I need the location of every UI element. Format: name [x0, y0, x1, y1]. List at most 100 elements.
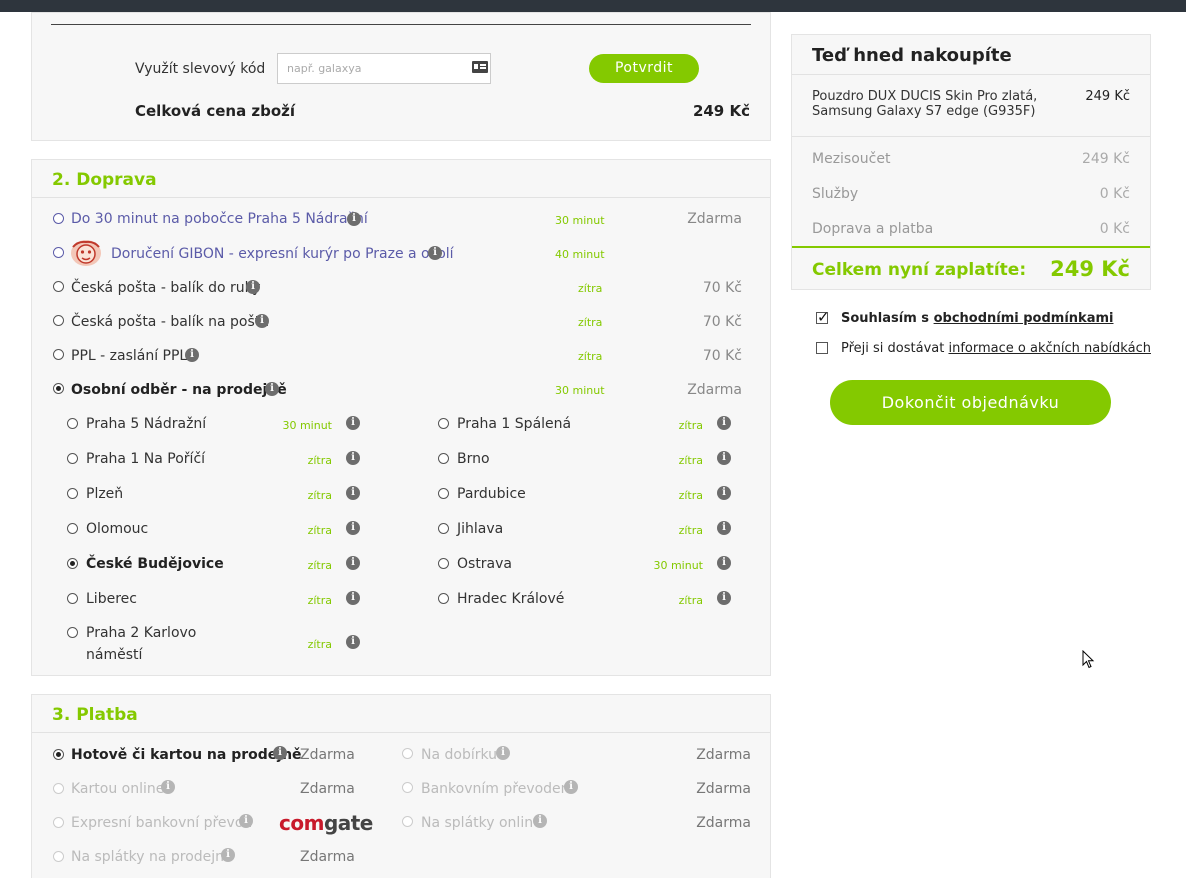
store-label[interactable]: Brno: [457, 451, 490, 467]
store-radio[interactable]: [438, 453, 449, 464]
info-icon[interactable]: i: [273, 746, 287, 760]
store-radio[interactable]: [438, 523, 449, 534]
store-radio[interactable]: [438, 418, 449, 429]
info-icon[interactable]: i: [346, 486, 360, 500]
shipping-option-label[interactable]: Osobní odběr - na prodejně: [71, 382, 287, 398]
store-label[interactable]: Praha 1 Na Poříčí: [86, 451, 205, 467]
info-icon[interactable]: i: [496, 746, 510, 760]
store-label[interactable]: Olomouc: [86, 521, 148, 537]
info-icon[interactable]: i: [265, 382, 279, 396]
info-icon[interactable]: i: [185, 348, 199, 362]
info-icon[interactable]: i: [717, 416, 731, 430]
shipping-option-label[interactable]: Česká pošta - balík do ruky: [71, 280, 261, 296]
store-label[interactable]: Pardubice: [457, 486, 526, 502]
store-label[interactable]: Praha 1 Spálená: [457, 416, 571, 432]
shipping-payment-value: 0 Kč: [1099, 221, 1130, 237]
payment-radio-card-online[interactable]: [53, 783, 64, 794]
info-icon[interactable]: i: [533, 814, 547, 828]
finish-order-button[interactable]: Dokončit objednávku: [830, 380, 1111, 425]
store-label[interactable]: Jihlava: [457, 521, 503, 537]
info-icon[interactable]: i: [346, 635, 360, 649]
info-icon[interactable]: i: [564, 780, 578, 794]
newsletter-consent: Přeji si dostávat informace o akčních na…: [841, 341, 1151, 356]
shipping-radio-branch[interactable]: [53, 213, 64, 224]
payment-option-label[interactable]: Kartou online: [71, 781, 164, 797]
store-radio-selected[interactable]: [67, 558, 78, 569]
store-label-line2[interactable]: náměstí: [86, 647, 142, 663]
store-label[interactable]: Plzeň: [86, 486, 123, 502]
store-radio[interactable]: [67, 418, 78, 429]
store-eta: 30 minut: [282, 419, 332, 432]
shipping-radio-posta-ruky[interactable]: [53, 281, 64, 292]
store-eta: zítra: [307, 594, 332, 607]
info-icon[interactable]: i: [717, 591, 731, 605]
store-radio[interactable]: [67, 523, 78, 534]
payment-option-label[interactable]: Na dobírku: [421, 747, 497, 763]
info-icon[interactable]: i: [246, 280, 260, 294]
store-eta: 30 minut: [653, 559, 703, 572]
store-eta: zítra: [307, 638, 332, 651]
payment-radio-bank-transfer[interactable]: [402, 782, 413, 793]
payment-option-label[interactable]: Hotově či kartou na prodejně: [71, 747, 302, 763]
info-icon[interactable]: i: [717, 521, 731, 535]
store-radio[interactable]: [438, 488, 449, 499]
store-radio[interactable]: [438, 558, 449, 569]
shipping-option-label[interactable]: Doručení GIBON - expresní kurýr po Praze…: [111, 246, 454, 262]
info-icon[interactable]: i: [346, 556, 360, 570]
shipping-radio-pickup[interactable]: [53, 383, 64, 394]
store-eta: zítra: [678, 489, 703, 502]
info-icon[interactable]: i: [428, 246, 442, 260]
shipping-option-label[interactable]: Česká pošta - balík na poštu: [71, 314, 269, 330]
shipping-radio-gibon[interactable]: [53, 247, 64, 258]
info-icon[interactable]: i: [717, 486, 731, 500]
payment-option-label[interactable]: Expresní bankovní převod: [71, 815, 252, 831]
terms-checkbox[interactable]: [816, 308, 830, 326]
info-icon[interactable]: i: [239, 814, 253, 828]
shipping-option-label[interactable]: Do 30 minut na pobočce Praha 5 Nádražní: [71, 211, 368, 227]
info-icon[interactable]: i: [346, 591, 360, 605]
payment-radio-cash[interactable]: [53, 749, 64, 760]
info-icon[interactable]: i: [346, 521, 360, 535]
info-icon[interactable]: i: [161, 780, 175, 794]
store-radio[interactable]: [67, 627, 78, 638]
info-icon[interactable]: i: [347, 212, 361, 226]
payment-option-label[interactable]: Na splátky na prodejně: [71, 849, 233, 865]
services-value: 0 Kč: [1099, 186, 1130, 202]
info-icon[interactable]: i: [346, 416, 360, 430]
store-radio[interactable]: [67, 488, 78, 499]
shipping-price: 70 Kč: [702, 280, 742, 296]
store-eta: zítra: [678, 524, 703, 537]
payment-radio-cod[interactable]: [402, 748, 413, 759]
divider: [792, 74, 1150, 75]
gibon-logo-icon: [71, 240, 101, 266]
payment-radio-installments-online[interactable]: [402, 816, 413, 827]
terms-link[interactable]: obchodními podmínkami: [934, 311, 1114, 326]
info-icon[interactable]: i: [346, 451, 360, 465]
store-label[interactable]: Hradec Králové: [457, 591, 564, 607]
store-label[interactable]: České Budějovice: [86, 556, 224, 572]
store-label[interactable]: Ostrava: [457, 556, 512, 572]
payment-option-label[interactable]: Bankovním převodem: [421, 781, 574, 797]
store-radio[interactable]: [438, 593, 449, 604]
discount-code-input[interactable]: [278, 54, 458, 83]
newsletter-link[interactable]: informace o akčních nabídkách: [948, 341, 1150, 356]
newsletter-checkbox[interactable]: [816, 342, 828, 354]
confirm-discount-button[interactable]: Potvrdit: [589, 54, 699, 83]
info-icon[interactable]: i: [717, 556, 731, 570]
shipping-radio-posta-postu[interactable]: [53, 315, 64, 326]
divider: [792, 136, 1150, 137]
store-label[interactable]: Praha 5 Nádražní: [86, 416, 206, 432]
payment-radio-express-transfer[interactable]: [53, 817, 64, 828]
shipping-radio-ppl[interactable]: [53, 349, 64, 360]
shipping-option-label[interactable]: PPL - zaslání PPL: [71, 348, 187, 364]
payment-option-label[interactable]: Na splátky online: [421, 815, 542, 831]
store-label[interactable]: Liberec: [86, 591, 137, 607]
payment-radio-installments-store[interactable]: [53, 851, 64, 862]
store-label[interactable]: Praha 2 Karlovo: [86, 625, 196, 641]
store-radio[interactable]: [67, 453, 78, 464]
info-icon[interactable]: i: [717, 451, 731, 465]
info-icon[interactable]: i: [255, 314, 269, 328]
info-icon[interactable]: i: [221, 848, 235, 862]
store-radio[interactable]: [67, 593, 78, 604]
discount-code-field[interactable]: [277, 53, 491, 84]
